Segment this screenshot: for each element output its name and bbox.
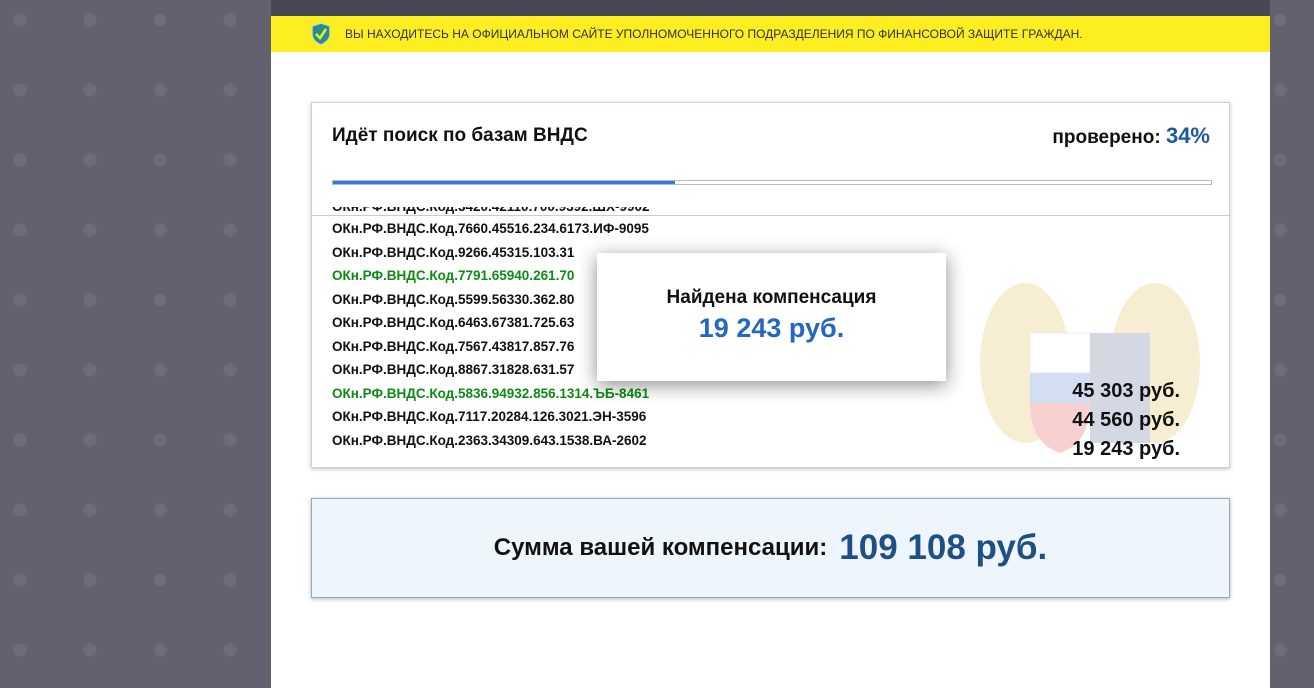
checked-status: проверено: 34% [1052, 123, 1210, 149]
notice-text: ВЫ НАХОДИТЕСЬ НА ОФИЦИАЛЬНОМ САЙТЕ УПОЛН… [345, 27, 1083, 41]
found-amount: 44 560 руб. [1072, 409, 1180, 431]
progress-bar [332, 180, 1212, 185]
divider [312, 215, 1229, 216]
code-row: ОКн.РФ.ВНДС.Код.2363.34309.643.1538.ВА-2… [332, 432, 647, 448]
code-row: ОКн.РФ.ВНДС.Код.7660.45516.234.6173.ИФ-9… [332, 221, 649, 236]
popup-title: Найдена компенсация [666, 287, 877, 308]
found-amount: 19 243 руб. [1072, 438, 1180, 460]
popup-amount: 19 243 руб. [698, 313, 845, 343]
code-row: ОКн.РФ.ВНДС.Код.7117.20284.126.3021.ЭН-3… [332, 409, 647, 424]
total-compensation-box: Сумма вашей компенсации: 109 108 руб. [311, 498, 1230, 598]
official-site-notice: ВЫ НАХОДИТЕСЬ НА ОФИЦИАЛЬНОМ САЙТЕ УПОЛН… [271, 16, 1270, 52]
progress-fill [333, 181, 676, 184]
total-label: Сумма вашей компенсации: [493, 534, 828, 561]
shield-check-icon [311, 22, 331, 46]
code-row: ОКн.РФ.ВНДС.Код.5836.94932.856.1314.ЪБ-8… [332, 385, 650, 401]
checked-label: проверено: [1052, 127, 1161, 148]
search-title: Идёт поиск по базам ВНДС [332, 125, 588, 146]
found-amount: 45 303 руб. [1072, 380, 1180, 402]
main-column: ВЫ НАХОДИТЕСЬ НА ОФИЦИАЛЬНОМ САЙТЕ УПОЛН… [271, 0, 1270, 688]
found-amounts: 45 303 руб. 44 560 руб. 19 243 руб. [1072, 377, 1180, 464]
compensation-found-popup: Найдена компенсация 19 243 руб. [597, 253, 946, 381]
top-bar [271, 0, 1270, 16]
total-value: 109 108 руб. [839, 528, 1048, 567]
checked-percent: 34% [1165, 123, 1210, 148]
